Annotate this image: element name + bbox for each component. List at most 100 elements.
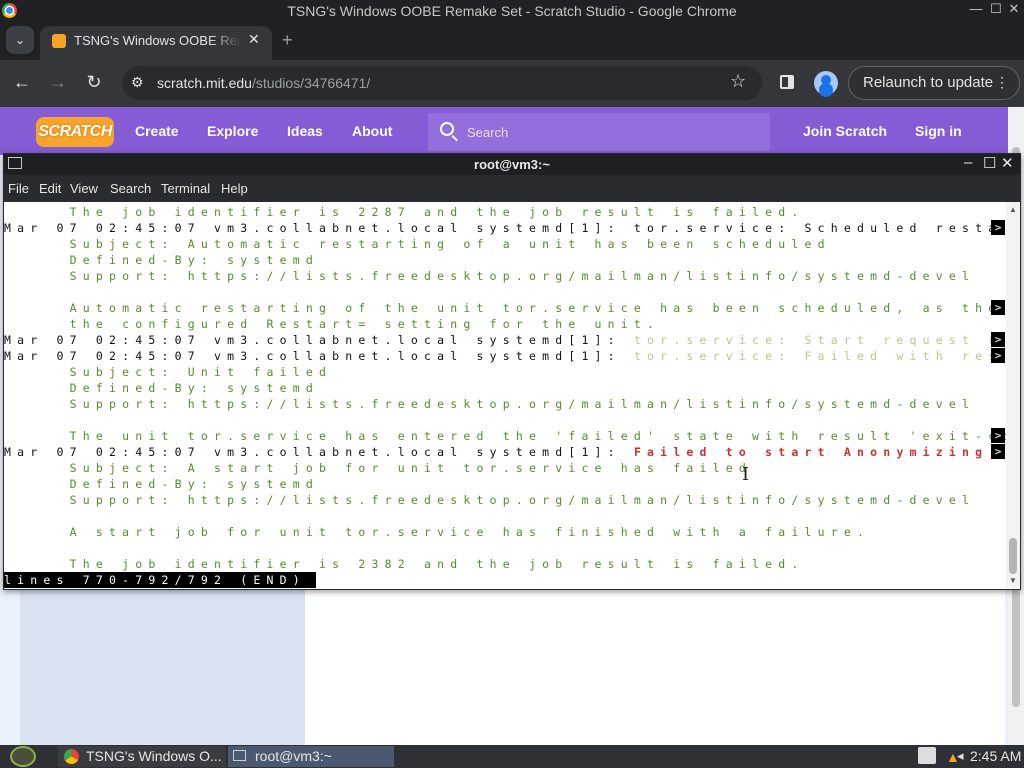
menu-edit[interactable]: Edit: [39, 181, 61, 196]
back-arrow-icon[interactable]: ←: [10, 72, 34, 93]
terminal-text-segment: A start job for unit tor.service has fin…: [4, 525, 871, 539]
terminal-text-segment: tor.service: Failed with res: [633, 349, 1002, 363]
side-panel-icon[interactable]: [780, 75, 794, 89]
terminal-icon: [233, 750, 246, 761]
terminal-text-segment: Defined-By: systemd: [4, 253, 319, 267]
terminal-text-segment: the configured Restart= setting for the …: [4, 317, 661, 331]
scroll-up-arrow-icon[interactable]: ▲: [1009, 205, 1017, 214]
terminal-text-segment: The job identifier is 2287 and the job r…: [4, 205, 805, 219]
line-continues-marker: >: [991, 300, 1005, 315]
terminal-line: Subject: Unit failed: [4, 364, 332, 380]
terminal-line: Mar 07 02:45:07 vm3.collabnet.local syst…: [4, 220, 1001, 236]
reload-icon[interactable]: ↻: [82, 72, 106, 93]
url-path: /studios/34766471/: [251, 75, 371, 91]
terminal-close-icon[interactable]: ✕: [1001, 154, 1014, 172]
text-cursor-ibeam-icon: I: [742, 464, 750, 485]
url-text[interactable]: scratch.mit.edu/studios/34766471/: [157, 75, 370, 91]
terminal-text-segment: Mar 07 02:45:07 vm3.collabnet.local syst…: [4, 349, 634, 363]
menu-file[interactable]: File: [8, 181, 29, 196]
menu-view[interactable]: View: [70, 181, 98, 196]
menu-terminal[interactable]: Terminal: [161, 181, 210, 196]
nav-create[interactable]: Create: [135, 123, 179, 139]
forward-arrow-icon[interactable]: →: [46, 72, 70, 93]
terminal-line: A start job for unit tor.service has fin…: [4, 524, 870, 540]
terminal-line: Support: https://lists.freedesktop.org/m…: [4, 492, 975, 508]
terminal-line: Subject: Automatic restarting of a unit …: [4, 236, 831, 252]
nav-explore[interactable]: Explore: [207, 123, 258, 139]
bookmark-star-icon[interactable]: ☆: [730, 71, 746, 92]
url-host: scratch.mit.edu: [157, 75, 252, 91]
terminal-text-segment: Defined-By: systemd: [4, 381, 319, 395]
scratch-logo[interactable]: SCRATCH: [36, 117, 114, 147]
nav-ideas[interactable]: Ideas: [287, 123, 323, 139]
terminal-line: The job identifier is 2287 and the job r…: [4, 204, 805, 220]
terminal-title: root@vm3:~: [474, 157, 550, 172]
terminal-minimize-icon[interactable]: –: [964, 154, 972, 171]
terminal-line: the configured Restart= setting for the …: [4, 316, 660, 332]
terminal-text-segment: Automatic restarting of the unit tor.ser…: [4, 301, 1006, 315]
terminal-text-segment: Failed to start Anonymizing: [633, 445, 989, 459]
terminal-line: Defined-By: systemd: [4, 380, 319, 396]
tab-title: TSNG's Windows OOBE Remake Set: [74, 33, 242, 48]
nav-about[interactable]: About: [352, 123, 392, 139]
terminal-menubar: [4, 175, 1020, 202]
join-scratch-link[interactable]: Join Scratch: [803, 123, 887, 139]
sign-in-link[interactable]: Sign in: [915, 123, 962, 139]
site-info-tune-icon[interactable]: ⚙: [131, 74, 144, 91]
terminal-text-segment: Subject: Automatic restarting of a unit …: [4, 237, 831, 251]
close-icon[interactable]: ✕: [1004, 1, 1024, 17]
pager-status-line: lines 770-792/792 (END): [4, 572, 316, 588]
menu-search[interactable]: Search: [110, 181, 151, 196]
terminal-text-segment: Support: https://lists.freedesktop.org/m…: [4, 397, 976, 411]
volume-icon[interactable]: ◂: [957, 748, 964, 764]
scroll-down-arrow-icon[interactable]: ▼: [1009, 576, 1017, 585]
search-placeholder: Search: [467, 125, 509, 140]
terminal-line: Automatic restarting of the unit tor.ser…: [4, 300, 1006, 316]
terminal-text-segment: Defined-By: systemd: [4, 477, 319, 491]
profile-avatar-icon[interactable]: [814, 71, 838, 95]
terminal-text-segment: Subject: A start job for unit tor.servic…: [4, 461, 753, 475]
terminal-text-segment: tor.service: Start request r: [633, 333, 1002, 347]
new-tab-plus-icon[interactable]: +: [282, 30, 293, 51]
terminal-line: Mar 07 02:45:07 vm3.collabnet.local syst…: [4, 348, 1001, 364]
tab-close-icon[interactable]: ✕: [248, 31, 260, 48]
line-continues-marker: >: [991, 444, 1005, 459]
line-continues-marker: >: [991, 332, 1005, 347]
terminal-line: Support: https://lists.freedesktop.org/m…: [4, 268, 975, 284]
chrome-logo-icon: [2, 3, 17, 18]
terminal-output[interactable]: The job identifier is 2287 and the job r…: [4, 202, 1006, 588]
terminal-line: Mar 07 02:45:07 vm3.collabnet.local syst…: [4, 332, 1001, 348]
terminal-line: Subject: A start job for unit tor.servic…: [4, 460, 752, 476]
chrome-titlebar: TSNG's Windows OOBE Remake Set - Scratch…: [0, 0, 1024, 22]
chrome-icon: [64, 749, 79, 764]
terminal-text-segment: The job identifier is 2382 and the job r…: [4, 557, 805, 571]
menu-help[interactable]: Help: [221, 181, 248, 196]
line-continues-marker: >: [991, 348, 1005, 363]
terminal-text-segment: The unit tor.service has entered the 'fa…: [4, 429, 1006, 443]
minimize-icon[interactable]: —: [966, 1, 986, 16]
terminal-text-segment: Support: https://lists.freedesktop.org/m…: [4, 493, 976, 507]
terminal-text-segment: Mar 07 02:45:07 vm3.collabnet.local syst…: [4, 333, 634, 347]
search-icon: [440, 122, 454, 136]
terminal-text-segment: Subject: Unit failed: [4, 365, 333, 379]
clock[interactable]: 2:45 AM: [970, 748, 1021, 764]
line-continues-marker: >: [991, 428, 1005, 443]
maximize-icon[interactable]: ☐: [986, 1, 1006, 17]
terminal-scrollbar[interactable]: ▲ ▼: [1006, 202, 1020, 588]
start-menu-icon[interactable]: [10, 746, 36, 767]
terminal-maximize-icon[interactable]: ☐: [983, 154, 996, 172]
terminal-line: Defined-By: systemd: [4, 476, 319, 492]
terminal-line: Defined-By: systemd: [4, 252, 319, 268]
taskbar-terminal-label: root@vm3:~: [255, 748, 332, 764]
taskbar-chrome-label: TSNG's Windows O...: [86, 748, 222, 764]
tray-app-icon[interactable]: [918, 747, 936, 764]
line-continues-marker: >: [991, 220, 1005, 235]
terminal-line: The unit tor.service has entered the 'fa…: [4, 428, 1006, 444]
terminal-scrollbar-thumb[interactable]: [1009, 538, 1017, 574]
tab-search-chevron-down-icon[interactable]: ⌄: [6, 26, 34, 54]
window-title: TSNG's Windows OOBE Remake Set - Scratch…: [287, 3, 737, 19]
more-menu-kebab-icon[interactable]: ⋮: [995, 74, 1009, 91]
terminal-line: Mar 07 02:45:07 vm3.collabnet.local syst…: [4, 444, 988, 460]
terminal-line: The job identifier is 2382 and the job r…: [4, 556, 805, 572]
terminal-text-segment: Support: https://lists.freedesktop.org/m…: [4, 269, 976, 283]
